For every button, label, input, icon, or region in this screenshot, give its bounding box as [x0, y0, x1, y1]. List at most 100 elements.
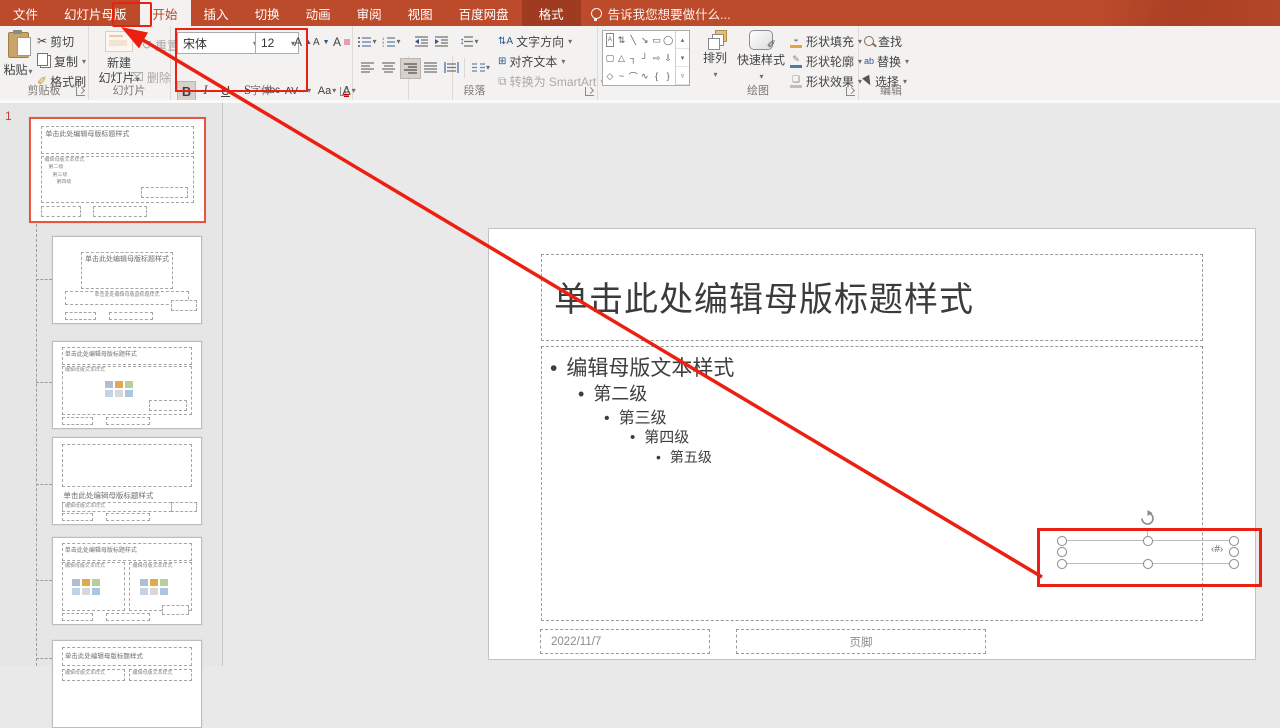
rectangle-shape-icon[interactable]: ▭	[651, 31, 663, 49]
elbow-connector2-shape-icon[interactable]: ┘	[639, 49, 651, 67]
arc-shape-icon[interactable]: ⌒	[627, 67, 639, 85]
shapes-scroll-down-icon[interactable]: ▾	[676, 49, 689, 67]
quick-styles-button[interactable]: 快速样式▾	[735, 30, 787, 83]
layout-thumbnail-title-slide[interactable]: 单击此处编辑母版标题样式 单击此处编辑母版副标题样式	[52, 236, 202, 324]
oval-shape-icon[interactable]: ◯	[662, 31, 674, 49]
paragraph-dialog-launcher-icon[interactable]	[585, 87, 594, 96]
right-brace-shape-icon[interactable]: }	[662, 67, 674, 85]
master-slide-thumbnail[interactable]: 单击此处编辑母版标题样式 编辑母版文本样式 第二级 第三级 第四级	[29, 117, 206, 223]
cut-button[interactable]: ✂ 剪切	[37, 32, 74, 50]
layout-thumbnail-comparison[interactable]: 单击此处编辑母版标题样式 编辑母版文本样式 编辑母版文本样式	[52, 640, 202, 728]
tab-animations[interactable]: 动画	[293, 0, 344, 26]
distribute-button[interactable]	[442, 58, 461, 77]
font-dialog-launcher-icon[interactable]	[340, 87, 349, 96]
line-spacing-button[interactable]: ↕ ▾	[456, 32, 482, 51]
tab-file[interactable]: 文件	[0, 0, 51, 26]
copy-dropdown-icon[interactable]: ▾	[82, 57, 86, 66]
resize-handle-bottom-right[interactable]	[1229, 559, 1239, 569]
text-box-shape-icon[interactable]: A	[606, 33, 614, 47]
tab-slide-master[interactable]: 幻灯片母版	[51, 0, 140, 26]
svg-text:3: 3	[382, 44, 385, 47]
editing-group-label: 编辑	[858, 82, 924, 98]
increase-indent-button[interactable]	[432, 32, 451, 51]
resize-handle-top-right[interactable]	[1229, 536, 1239, 546]
footer-placeholder[interactable]: 页脚	[736, 629, 986, 654]
curve-shape-icon[interactable]: ∿	[639, 67, 651, 85]
clear-formatting-icon: A	[333, 36, 341, 48]
tab-review[interactable]: 审阅	[344, 0, 395, 26]
font-name-combo[interactable]: 宋体▾	[177, 32, 261, 54]
elbow-connector-shape-icon[interactable]: ┐	[627, 49, 639, 67]
align-right-button[interactable]	[400, 58, 421, 79]
clipboard-group: 粘贴▾ ✂ 剪切 复制▾ ✐ 格式刷 剪贴板	[0, 26, 89, 100]
layout-thumbnail-title-content[interactable]: 单击此处编辑母版标题样式 编辑母版文本样式	[52, 341, 202, 429]
slide-master-editing-surface[interactable]: 单击此处编辑母版标题样式 编辑母版文本样式 第二级 第三级 第四级 第五级 20…	[488, 228, 1256, 660]
drawing-group: A ⇅ ╲ ↘ ▭ ◯ ▢ △ ┐ ┘ ⇨ ⇩ ◇ ~ ⌒ ∿ { } ▴	[597, 26, 859, 100]
resize-handle-top-center[interactable]	[1143, 536, 1153, 546]
align-text-button[interactable]: ⊞ 对齐文本▾	[498, 52, 565, 70]
down-arrow-shape-icon[interactable]: ⇩	[662, 49, 674, 67]
shape-outline-button[interactable]: ✎ 形状轮廓▾	[789, 52, 862, 70]
clipboard-dialog-launcher-icon[interactable]	[76, 87, 85, 96]
text-direction-button[interactable]: ⇅A 文字方向▾	[498, 32, 572, 50]
drawing-dialog-launcher-icon[interactable]	[846, 87, 855, 96]
clear-formatting-button[interactable]: A	[333, 33, 350, 51]
tab-view[interactable]: 视图	[395, 0, 446, 26]
shape-fill-button[interactable]: ◒ 形状填充▾	[789, 32, 862, 50]
tab-transitions[interactable]: 切换	[242, 0, 293, 26]
freeform-shape-icon[interactable]: ~	[616, 67, 628, 85]
rotation-handle-icon[interactable]	[1139, 510, 1156, 527]
vertical-text-box-shape-icon[interactable]: ⇅	[616, 31, 628, 49]
triangle-shape-icon[interactable]: △	[616, 49, 628, 67]
decrease-indent-button[interactable]	[412, 32, 431, 51]
replace-button[interactable]: ab 替换▾	[864, 52, 909, 70]
tab-home-label: 开始	[153, 4, 178, 23]
shapes-gallery-scrollbar[interactable]: ▴ ▾ ▿	[675, 31, 689, 85]
connector-stub	[36, 279, 52, 280]
resize-handle-bottom-left[interactable]	[1057, 559, 1067, 569]
shrink-font-button[interactable]: A▼	[313, 33, 330, 51]
resize-handle-mid-right[interactable]	[1229, 547, 1239, 557]
font-size-combo[interactable]: 12▾	[255, 32, 299, 54]
paste-dropdown-icon[interactable]: ▾	[29, 67, 33, 76]
columns-button[interactable]: ▾	[468, 58, 494, 77]
find-button[interactable]: 查找	[864, 32, 902, 50]
resize-handle-top-left[interactable]	[1057, 536, 1067, 546]
arrange-button[interactable]: 排列▾	[696, 30, 734, 81]
bullets-button[interactable]: ▾	[358, 32, 377, 51]
layout-thumbnail-two-content[interactable]: 单击此处编辑母版标题样式 编辑母版文本样式 编辑母版文本样式	[52, 537, 202, 625]
right-arrow-shape-icon[interactable]: ⇨	[651, 49, 663, 67]
thumb-title-text: 单击此处编辑母版标题样式	[63, 490, 153, 501]
line-shape-icon[interactable]: ╲	[627, 31, 639, 49]
align-left-button[interactable]	[358, 58, 377, 77]
master-body-placeholder[interactable]: 编辑母版文本样式 第二级 第三级 第四级 第五级	[541, 346, 1203, 621]
resize-handle-bottom-center[interactable]	[1143, 559, 1153, 569]
slide-editing-canvas[interactable]: 单击此处编辑母版标题样式 编辑母版文本样式 第二级 第三级 第四级 第五级 20…	[222, 103, 1280, 666]
rounded-rectangle-shape-icon[interactable]: ▢	[604, 49, 616, 67]
tab-insert[interactable]: 插入	[191, 0, 242, 26]
numbering-button[interactable]: 123▾	[382, 32, 401, 51]
arrow-line-shape-icon[interactable]: ↘	[639, 31, 651, 49]
shapes-more-icon[interactable]: ▿	[676, 67, 689, 85]
increase-indent-icon	[435, 36, 448, 47]
thumb-body-placeholder: 编辑母版文本样式 第二级 第三级 第四级	[41, 156, 193, 203]
master-title-placeholder[interactable]: 单击此处编辑母版标题样式	[541, 254, 1203, 341]
tab-format[interactable]: 格式	[522, 0, 581, 26]
copy-button[interactable]: 复制▾	[37, 52, 86, 70]
tab-home[interactable]: 开始	[140, 0, 191, 26]
left-brace-shape-icon[interactable]: {	[651, 67, 663, 85]
master-slide-number: 1	[5, 109, 12, 123]
slide-thumbnail-panel[interactable]: 1 单击此处编辑母版标题样式 编辑母版文本样式 第二级 第三级 第四级 单	[0, 103, 223, 666]
date-placeholder[interactable]: 2022/11/7	[540, 629, 710, 654]
slides-group-label: 幻灯片	[88, 82, 170, 98]
grow-font-button[interactable]: A▲	[294, 33, 312, 51]
tab-baidu-netdisk[interactable]: 百度网盘	[446, 0, 522, 26]
shapes-scroll-up-icon[interactable]: ▴	[676, 31, 689, 49]
resize-handle-mid-left[interactable]	[1057, 547, 1067, 557]
diamond-shape-icon[interactable]: ◇	[604, 67, 616, 85]
shapes-gallery[interactable]: A ⇅ ╲ ↘ ▭ ◯ ▢ △ ┐ ┘ ⇨ ⇩ ◇ ~ ⌒ ∿ { } ▴	[602, 30, 690, 86]
justify-button[interactable]	[421, 58, 440, 77]
align-center-button[interactable]	[379, 58, 398, 77]
layout-thumbnail-section-header[interactable]: 单击此处编辑母版标题样式 编辑母版文本样式	[52, 437, 202, 525]
tell-me-box[interactable]: 告诉我您想要做什么...	[581, 0, 741, 26]
